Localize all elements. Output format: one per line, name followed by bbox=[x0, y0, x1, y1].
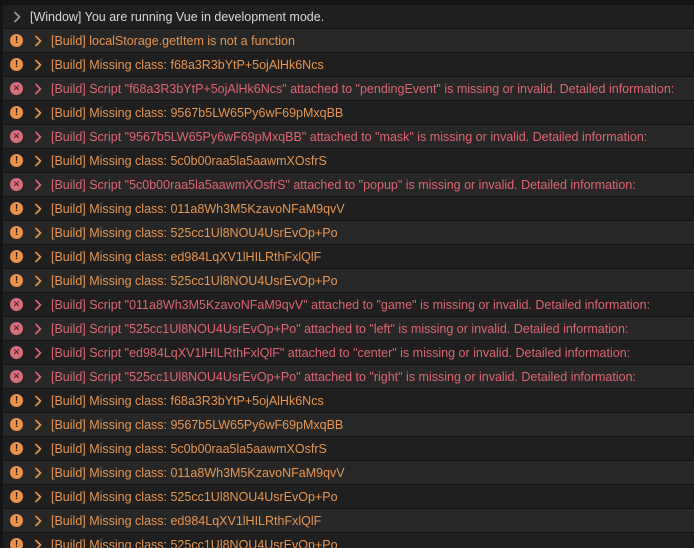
console-log-row[interactable]: ! [Build] Missing class: 525cc1Ul8NOU4Us… bbox=[3, 485, 694, 508]
chevron-right-icon[interactable] bbox=[34, 443, 42, 455]
chevron-right-icon[interactable] bbox=[34, 323, 42, 335]
warning-icon: ! bbox=[10, 442, 23, 455]
console-log-row[interactable]: ! [Build] Missing class: 5c0b00raa5la5aa… bbox=[3, 149, 694, 172]
console-log-row[interactable]: ! [Build] Missing class: 525cc1Ul8NOU4Us… bbox=[3, 221, 694, 244]
warning-icon: ! bbox=[10, 154, 23, 167]
chevron-right-icon[interactable] bbox=[34, 299, 42, 311]
console-log-row[interactable]: ✕ [Build] Script "9567b5LW65Py6wF69pMxqB… bbox=[3, 125, 694, 148]
log-message: [Build] Script "5c0b00raa5la5aawmXOsfrS"… bbox=[51, 178, 636, 192]
log-message: [Build] Script "011a8Wh3M5KzavoNFaM9qvV"… bbox=[51, 298, 650, 312]
log-message: [Build] Missing class: 525cc1Ul8NOU4UsrE… bbox=[51, 538, 338, 548]
chevron-right-icon[interactable] bbox=[34, 227, 42, 239]
console-log-row[interactable]: ! [Build] Missing class: 5c0b00raa5la5aa… bbox=[3, 437, 694, 460]
error-icon: ✕ bbox=[10, 322, 23, 335]
log-message: [Build] Missing class: 525cc1Ul8NOU4UsrE… bbox=[51, 226, 338, 240]
console-log-row[interactable]: ! [Build] Missing class: ed984LqXV1lHILR… bbox=[3, 245, 694, 268]
log-message: [Build] Script "525cc1Ul8NOU4UsrEvOp+Po"… bbox=[51, 370, 636, 384]
chevron-right-icon[interactable] bbox=[34, 347, 42, 359]
log-message: [Build] Missing class: 525cc1Ul8NOU4UsrE… bbox=[51, 274, 338, 288]
chevron-right-icon[interactable] bbox=[34, 491, 42, 503]
warning-icon: ! bbox=[10, 250, 23, 263]
chevron-right-icon[interactable] bbox=[34, 515, 42, 527]
console-log-row[interactable]: ! [Build] Missing class: 011a8Wh3M5Kzavo… bbox=[3, 197, 694, 220]
chevron-right-icon[interactable] bbox=[34, 35, 42, 47]
chevron-right-icon[interactable] bbox=[34, 155, 42, 167]
log-message: [Build] Missing class: ed984LqXV1lHILRth… bbox=[51, 514, 321, 528]
console-log-row[interactable]: ✕ [Build] Script "f68a3R3bYtP+5ojAlHk6Nc… bbox=[3, 77, 694, 100]
log-message: [Window] You are running Vue in developm… bbox=[30, 10, 324, 24]
chevron-right-icon[interactable] bbox=[34, 59, 42, 71]
warning-icon: ! bbox=[10, 538, 23, 548]
chevron-right-icon[interactable] bbox=[34, 419, 42, 431]
error-icon: ✕ bbox=[10, 370, 23, 383]
chevron-right-icon[interactable] bbox=[34, 83, 42, 95]
error-icon: ✕ bbox=[10, 82, 23, 95]
console-log-row[interactable]: ! [Build] Missing class: 525cc1Ul8NOU4Us… bbox=[3, 269, 694, 292]
chevron-right-icon[interactable] bbox=[34, 131, 42, 143]
chevron-right-icon[interactable] bbox=[13, 11, 21, 23]
console-log-row[interactable]: ✕ [Build] Script "011a8Wh3M5KzavoNFaM9qv… bbox=[3, 293, 694, 316]
log-message: [Build] Script "9567b5LW65Py6wF69pMxqBB"… bbox=[51, 130, 647, 144]
warning-icon: ! bbox=[10, 226, 23, 239]
console-log-row[interactable]: ! [Build] Missing class: ed984LqXV1lHILR… bbox=[3, 509, 694, 532]
console-log-row[interactable]: ! [Build] Missing class: f68a3R3bYtP+5oj… bbox=[3, 389, 694, 412]
warning-icon: ! bbox=[10, 466, 23, 479]
log-message: [Build] Missing class: 9567b5LW65Py6wF69… bbox=[51, 418, 343, 432]
error-icon: ✕ bbox=[10, 346, 23, 359]
chevron-right-icon[interactable] bbox=[34, 371, 42, 383]
console-log-row[interactable]: ✕ [Build] Script "ed984LqXV1lHILRthFxlQl… bbox=[3, 341, 694, 364]
console-log-row[interactable]: ✕ [Build] Script "5c0b00raa5la5aawmXOsfr… bbox=[3, 173, 694, 196]
chevron-right-icon[interactable] bbox=[34, 179, 42, 191]
console-log-row[interactable]: ✕ [Build] Script "525cc1Ul8NOU4UsrEvOp+P… bbox=[3, 317, 694, 340]
warning-icon: ! bbox=[10, 106, 23, 119]
chevron-right-icon[interactable] bbox=[34, 275, 42, 287]
log-message: [Build] Script "ed984LqXV1lHILRthFxlQlF"… bbox=[51, 346, 630, 360]
chevron-right-icon[interactable] bbox=[34, 395, 42, 407]
error-icon: ✕ bbox=[10, 130, 23, 143]
chevron-right-icon[interactable] bbox=[34, 107, 42, 119]
console-log-row[interactable]: ! [Build] Missing class: 011a8Wh3M5Kzavo… bbox=[3, 461, 694, 484]
warning-icon: ! bbox=[10, 418, 23, 431]
chevron-right-icon[interactable] bbox=[34, 539, 42, 548]
warning-icon: ! bbox=[10, 490, 23, 503]
chevron-right-icon[interactable] bbox=[34, 251, 42, 263]
warning-icon: ! bbox=[10, 514, 23, 527]
log-message: [Build] Missing class: f68a3R3bYtP+5ojAl… bbox=[51, 394, 324, 408]
warning-icon: ! bbox=[10, 394, 23, 407]
log-message: [Build] Missing class: 011a8Wh3M5KzavoNF… bbox=[51, 202, 345, 216]
chevron-right-icon[interactable] bbox=[34, 203, 42, 215]
log-message: [Build] Missing class: 011a8Wh3M5KzavoNF… bbox=[51, 466, 345, 480]
log-message: [Build] localStorage.getItem is not a fu… bbox=[51, 34, 295, 48]
warning-icon: ! bbox=[10, 202, 23, 215]
console-log-row[interactable]: ! [Build] Missing class: 525cc1Ul8NOU4Us… bbox=[3, 533, 694, 548]
warning-icon: ! bbox=[10, 274, 23, 287]
console-log-row[interactable]: ✕ [Build] Script "525cc1Ul8NOU4UsrEvOp+P… bbox=[3, 365, 694, 388]
console-log-row[interactable]: ! [Build] Missing class: f68a3R3bYtP+5oj… bbox=[3, 53, 694, 76]
console-log-row[interactable]: ! [Build] Missing class: 9567b5LW65Py6wF… bbox=[3, 101, 694, 124]
console-log-row[interactable]: ! [Build] Missing class: 9567b5LW65Py6wF… bbox=[3, 413, 694, 436]
error-icon: ✕ bbox=[10, 298, 23, 311]
log-message: [Build] Missing class: 5c0b00raa5la5aawm… bbox=[51, 154, 327, 168]
log-message: [Build] Script "f68a3R3bYtP+5ojAlHk6Ncs"… bbox=[51, 82, 674, 96]
console-log-panel[interactable]: [Window] You are running Vue in developm… bbox=[0, 0, 694, 548]
warning-icon: ! bbox=[10, 34, 23, 47]
error-icon: ✕ bbox=[10, 178, 23, 191]
chevron-right-icon[interactable] bbox=[34, 467, 42, 479]
log-message: [Build] Missing class: 9567b5LW65Py6wF69… bbox=[51, 106, 343, 120]
log-message: [Build] Missing class: 5c0b00raa5la5aawm… bbox=[51, 442, 327, 456]
console-log-row[interactable]: ! [Build] localStorage.getItem is not a … bbox=[3, 29, 694, 52]
console-log-row[interactable]: [Window] You are running Vue in developm… bbox=[3, 5, 694, 28]
log-message: [Build] Missing class: f68a3R3bYtP+5ojAl… bbox=[51, 58, 324, 72]
log-message: [Build] Script "525cc1Ul8NOU4UsrEvOp+Po"… bbox=[51, 322, 628, 336]
log-message: [Build] Missing class: 525cc1Ul8NOU4UsrE… bbox=[51, 490, 338, 504]
warning-icon: ! bbox=[10, 58, 23, 71]
log-message: [Build] Missing class: ed984LqXV1lHILRth… bbox=[51, 250, 321, 264]
